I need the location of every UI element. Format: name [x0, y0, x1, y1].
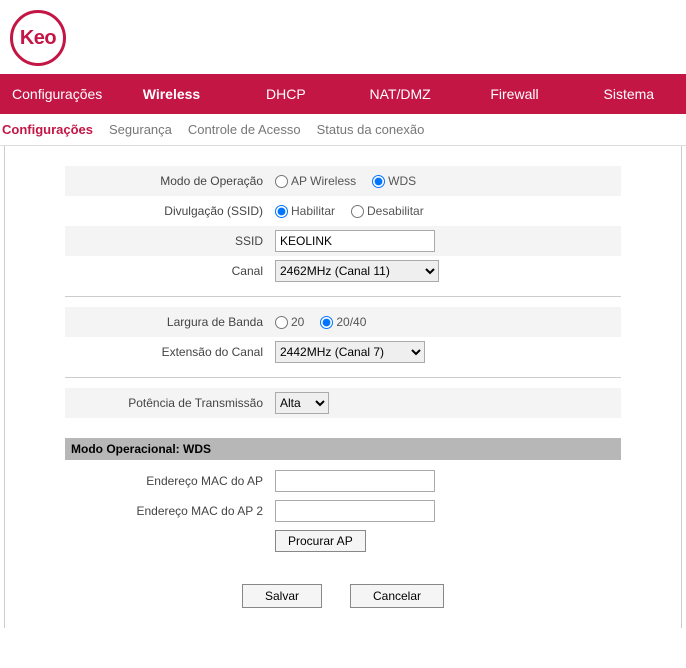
ssid-input[interactable]	[275, 230, 435, 252]
radio-desabilitar-input[interactable]	[351, 205, 364, 218]
radio-wds[interactable]: WDS	[372, 174, 416, 188]
label-largura-banda: Largura de Banda	[65, 315, 275, 329]
radio-habilitar-label: Habilitar	[291, 204, 335, 218]
label-mac-ap: Endereço MAC do AP	[65, 474, 275, 488]
nav-configuracoes[interactable]: Configurações	[0, 74, 114, 114]
nav-wireless[interactable]: Wireless	[114, 74, 228, 114]
radio-bw20[interactable]: 20	[275, 315, 304, 329]
radio-ap-wireless[interactable]: AP Wireless	[275, 174, 356, 188]
mac-ap-input[interactable]	[275, 470, 435, 492]
nav-natdmz[interactable]: NAT/DMZ	[343, 74, 457, 114]
label-divulgacao: Divulgação (SSID)	[65, 204, 275, 218]
label-modo-operacao: Modo de Operação	[65, 174, 275, 188]
label-extensao-canal: Extensão do Canal	[65, 345, 275, 359]
salvar-button[interactable]: Salvar	[242, 584, 322, 608]
label-canal: Canal	[65, 264, 275, 278]
potencia-select[interactable]: Alta	[275, 392, 329, 414]
divider	[65, 377, 621, 378]
radio-bw20-input[interactable]	[275, 316, 288, 329]
subnav-seguranca[interactable]: Segurança	[109, 122, 172, 137]
divider	[65, 296, 621, 297]
section-title-wds: Modo Operacional: WDS	[65, 438, 621, 460]
nav-dhcp[interactable]: DHCP	[229, 74, 343, 114]
radio-desabilitar[interactable]: Desabilitar	[351, 204, 424, 218]
radio-ap-wireless-label: AP Wireless	[291, 174, 356, 188]
main-nav: Configurações Wireless DHCP NAT/DMZ Fire…	[0, 74, 686, 114]
brand-logo: Keo	[10, 10, 66, 66]
radio-wds-label: WDS	[388, 174, 416, 188]
sub-nav: Configurações Segurança Controle de Aces…	[0, 114, 686, 146]
canal-select[interactable]: 2462MHz (Canal 11)	[275, 260, 439, 282]
label-potencia: Potência de Transmissão	[65, 396, 275, 410]
radio-desabilitar-label: Desabilitar	[367, 204, 424, 218]
radio-wds-input[interactable]	[372, 175, 385, 188]
mac-ap2-input[interactable]	[275, 500, 435, 522]
cancelar-button[interactable]: Cancelar	[350, 584, 444, 608]
radio-bw2040[interactable]: 20/40	[320, 315, 366, 329]
label-mac-ap2: Endereço MAC do AP 2	[65, 504, 275, 518]
label-ssid: SSID	[65, 234, 275, 248]
subnav-controle-acesso[interactable]: Controle de Acesso	[188, 122, 301, 137]
radio-habilitar[interactable]: Habilitar	[275, 204, 335, 218]
nav-sistema[interactable]: Sistema	[572, 74, 686, 114]
radio-ap-wireless-input[interactable]	[275, 175, 288, 188]
radio-bw20-label: 20	[291, 315, 304, 329]
radio-bw2040-label: 20/40	[336, 315, 366, 329]
procurar-ap-button[interactable]: Procurar AP	[275, 530, 366, 552]
brand-text: Keo	[20, 27, 56, 50]
radio-habilitar-input[interactable]	[275, 205, 288, 218]
subnav-configuracoes[interactable]: Configurações	[2, 122, 93, 137]
radio-bw2040-input[interactable]	[320, 316, 333, 329]
subnav-status-conexao[interactable]: Status da conexão	[317, 122, 425, 137]
nav-firewall[interactable]: Firewall	[457, 74, 571, 114]
extensao-canal-select[interactable]: 2442MHz (Canal 7)	[275, 341, 425, 363]
